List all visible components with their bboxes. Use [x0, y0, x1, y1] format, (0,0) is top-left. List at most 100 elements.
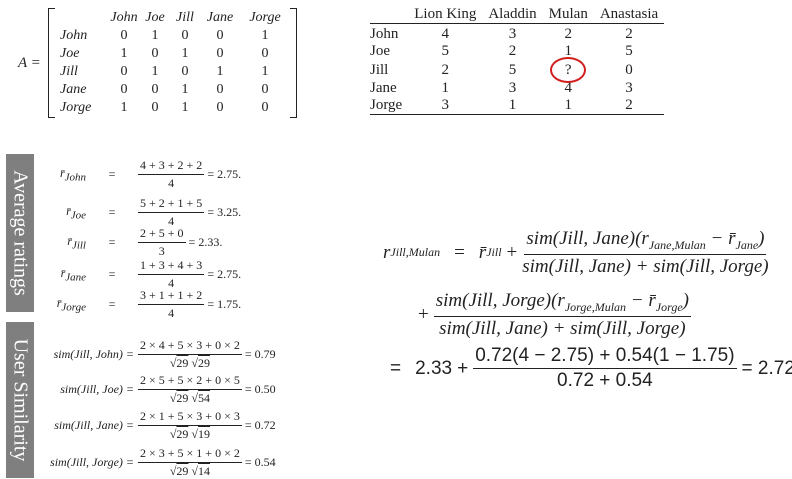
ratings-table: Lion King Aladdin Mulan Anastasia John 4…	[370, 6, 665, 115]
final-fraction: 0.72(4 − 2.75) + 0.54(1 − 1.75) 0.72 + 0…	[473, 345, 737, 392]
table-row: Jill 2 5 ? 0	[370, 57, 664, 83]
user-similarity-label: User Similarity	[9, 338, 32, 462]
matrix-right-bracket	[290, 8, 297, 118]
user-similarity-sidebar: User Similarity	[6, 322, 34, 478]
rating-cell: 3	[625, 80, 633, 96]
similarity-fraction: 2 × 4 + 5 × 3 + 0 × 2 √29 √29	[138, 338, 242, 371]
mean-symbol: r̄Jane	[60, 265, 86, 284]
average-equation: r̄John = 4 + 3 + 2 + 2 4 = 2.75.	[46, 158, 241, 191]
similarity-lhs: sim(Jill, Jorge) =	[50, 455, 134, 469]
average-result: = 2.75.	[207, 267, 242, 281]
similarity-result: = 0.50	[244, 382, 276, 396]
average-equation: r̄Jill = 2 + 5 + 0 3 = 2.33.	[46, 226, 222, 259]
average-result: = 3.25.	[207, 205, 242, 219]
rating-cell: 0	[625, 61, 633, 78]
average-denominator: 4	[168, 306, 175, 320]
mean-symbol: r̄Jill	[67, 233, 86, 252]
matrix-col-header: Jane	[206, 10, 234, 25]
ratings-header-row: Lion King Aladdin Mulan Anastasia	[370, 6, 665, 24]
prediction-line-2: + sim(Jill, Jorge)(rJorge,Mulan − r̄Jorg…	[418, 290, 691, 340]
rating-cell: 1	[441, 80, 450, 96]
matrix-cell: 0	[120, 64, 128, 79]
rating-cell: 2	[625, 26, 633, 42]
average-denominator: 4	[168, 176, 175, 190]
term2-denominator: sim(Jill, Jane) + sim(Jill, Jorge)	[439, 317, 686, 339]
matrix-cell: 0	[261, 82, 269, 97]
matrix-cell: 0	[216, 46, 224, 61]
matrix-row-header: Jorge	[60, 100, 92, 115]
matrix-cell: 1	[261, 28, 269, 43]
similarity-result: = 0.79	[244, 347, 276, 361]
matrix-cell: 1	[120, 46, 128, 61]
rating-subscript: Jill,Mulan	[390, 245, 441, 260]
similarity-lhs: sim(Jill, Joe) =	[60, 382, 134, 396]
matrix-row-header: John	[60, 28, 88, 43]
average-fraction: 1 + 3 + 4 + 34	[138, 258, 205, 291]
final-denominator: 0.72 + 0.54	[557, 370, 653, 391]
equals-sign: =	[108, 267, 116, 281]
prediction-line-3: = 2.33 + 0.72(4 − 2.75) + 0.54(1 − 1.75)…	[390, 345, 792, 392]
matrix-left-bracket	[48, 8, 55, 118]
matrix-cell: 0	[151, 100, 159, 115]
matrix-cell: 1	[261, 64, 269, 79]
equals-sign: =	[108, 297, 116, 311]
matrix-cell: 0	[216, 82, 224, 97]
similarity-lhs: sim(Jill, Jane) =	[54, 418, 134, 432]
ratings-col-header: Mulan	[542, 6, 594, 24]
rating-cell-unknown: ?	[543, 57, 594, 83]
user-name: Jorge	[370, 97, 409, 115]
rating-cell: 1	[542, 97, 594, 115]
user-name: Jill	[370, 61, 389, 78]
similarity-fraction: 2 × 1 + 5 × 3 + 0 × 3 √29 √19	[138, 409, 242, 442]
similarity-numerator: 2 × 1 + 5 × 3 + 0 × 3	[138, 409, 242, 426]
plus-sign: +	[506, 241, 518, 263]
matrix-cell: 1	[181, 46, 189, 61]
matrix-row-header: Joe	[60, 46, 80, 61]
term2-numerator: sim(Jill, Jorge)(rJorge,Mulan − r̄Jorge)	[433, 290, 691, 317]
mean-symbol: r̄John	[59, 165, 86, 184]
average-ratings-sidebar: Average ratings	[6, 154, 34, 312]
equals-sign: =	[108, 235, 116, 249]
matrix-row-header: Jill	[60, 64, 78, 79]
ratings-col-header: Lion King	[408, 6, 483, 24]
similarity-fraction: 2 × 5 + 5 × 2 + 0 × 5 √29 √54	[138, 373, 242, 406]
table-row: John 4 3 2 2	[370, 24, 664, 44]
average-result: = 1.75.	[207, 297, 242, 311]
matrix-cell: 0	[216, 28, 224, 43]
similarity-denominator: √29 √54	[169, 391, 211, 405]
matrix-col-header: Jorge	[249, 10, 281, 25]
matrix-cell: 0	[151, 82, 159, 97]
table-row: Jorge 3 1 1 2	[370, 97, 665, 115]
mean-subscript: Jill	[486, 245, 502, 260]
prediction-line-1: r Jill,Mulan = r̄ Jill + sim(Jill, Jane)(r…	[383, 228, 769, 278]
similarity-numerator: 2 × 3 + 5 × 1 + 0 × 2	[138, 446, 242, 463]
average-denominator: 3	[158, 244, 165, 258]
table-row: Jane 1 3 4 3	[370, 80, 664, 97]
equals-sign: =	[108, 167, 116, 181]
similarity-denominator: √29 √29	[169, 356, 211, 370]
rating-cell: 5	[625, 43, 633, 59]
matrix-cell: 1	[151, 64, 159, 79]
average-numerator: 2 + 5 + 0	[138, 226, 186, 243]
equals-sign: =	[454, 241, 465, 263]
mean-symbol: r̄Joe	[66, 203, 86, 222]
rating-cell: 4	[564, 80, 572, 96]
average-result: = 2.33.	[188, 235, 223, 249]
rating-cell: 3	[408, 97, 483, 115]
average-fraction: 2 + 5 + 03	[138, 226, 186, 259]
matrix-cell: 1	[120, 100, 128, 115]
rating-symbol: r	[383, 241, 391, 263]
rating-cell: 2	[593, 97, 665, 115]
term1-denominator: sim(Jill, Jane) + sim(Jill, Jorge)	[522, 255, 769, 277]
matrix-col-header: Jill	[176, 10, 194, 25]
mean-symbol: r̄	[478, 241, 487, 263]
matrix-cell: 1	[181, 82, 189, 97]
rating-cell: 2	[441, 61, 450, 78]
ratings-col-header: Aladdin	[482, 6, 543, 24]
matrix-row-header: Jane	[60, 82, 87, 97]
matrix-cell: 0	[216, 100, 224, 115]
matrix-cell: 1	[151, 28, 159, 43]
similarity-equation: sim(Jill, John) = 2 × 4 + 5 × 3 + 0 × 2 √2…	[42, 338, 276, 371]
rating-cell: 3	[508, 80, 517, 96]
similarity-equation: sim(Jill, Joe) = 2 × 5 + 5 × 2 + 0 × 5 √29…	[42, 373, 276, 406]
